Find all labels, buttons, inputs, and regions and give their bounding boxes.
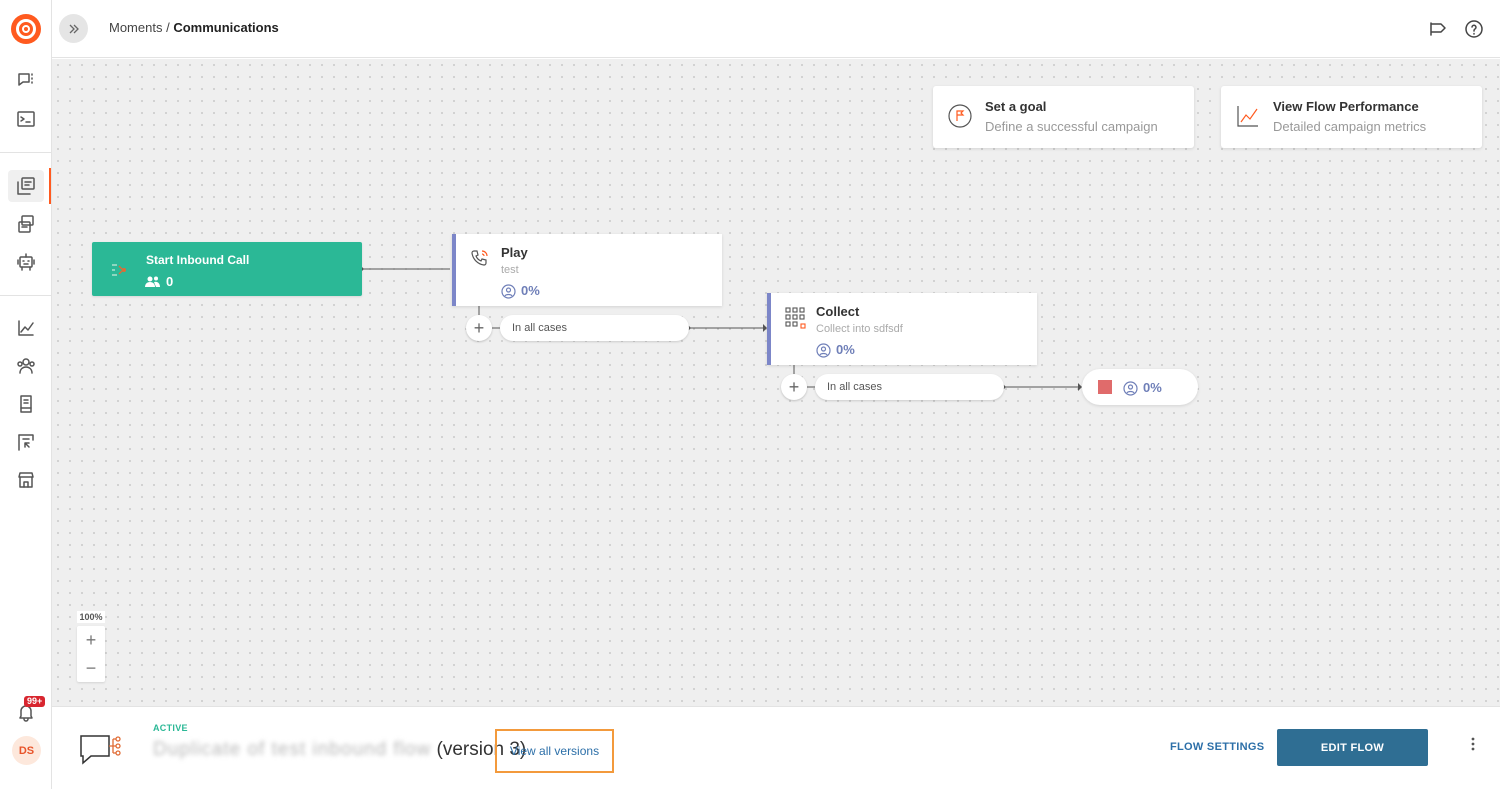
start-node-title: Start Inbound Call [146, 253, 250, 267]
flag-target-icon [947, 103, 973, 129]
analytics-icon[interactable] [8, 312, 44, 344]
exports-icon[interactable] [8, 426, 44, 458]
help-icon[interactable] [1463, 18, 1485, 40]
play-node-percentage: 0% [521, 283, 540, 298]
inbound-call-icon [110, 262, 128, 283]
flow-connectors [358, 265, 1082, 391]
flow-name: Duplicate of test inbound flow (version … [153, 739, 526, 761]
play-node[interactable]: Play test 0% [452, 234, 722, 306]
docs-icon[interactable] [8, 388, 44, 420]
play-node-title: Play [501, 245, 528, 260]
sidebar-divider [0, 152, 52, 153]
collect-node-percentage: 0% [836, 342, 855, 357]
view-performance-card[interactable]: View Flow Performance Detailed campaign … [1221, 86, 1482, 148]
notification-badge: 99+ [24, 696, 46, 707]
breadcrumb-current: Communications [173, 20, 279, 35]
add-branch-button[interactable]: + [466, 315, 492, 341]
set-goal-subtitle: Define a successful campaign [985, 119, 1158, 134]
collect-node[interactable]: Collect Collect into sdfsdf 0% [767, 293, 1037, 365]
zoom-out-button[interactable]: − [77, 654, 105, 682]
view-all-versions-link[interactable]: View all versions [495, 729, 614, 773]
start-node-count: 0 [166, 274, 174, 289]
people-icon [145, 275, 161, 293]
people-icon[interactable] [8, 350, 44, 382]
user-circle-icon [816, 343, 831, 363]
breadcrumb: Moments / Communications [109, 20, 279, 35]
flow-name-blurred: Duplicate of test inbound flow [153, 739, 432, 760]
footer: ACTIVE Duplicate of test inbound flow (v… [52, 706, 1500, 789]
moments-icon[interactable] [8, 170, 44, 202]
user-circle-icon [1123, 381, 1138, 401]
expand-sidebar-button[interactable] [59, 14, 88, 43]
flow-settings-button[interactable]: FLOW SETTINGS [1170, 741, 1264, 753]
end-node-percentage: 0% [1143, 380, 1162, 395]
brand-logo[interactable] [11, 14, 41, 44]
store-icon[interactable] [8, 464, 44, 496]
stop-icon [1098, 380, 1112, 394]
start-inbound-call-node[interactable]: Start Inbound Call 0 [92, 242, 362, 296]
flow-chat-icon [79, 733, 123, 772]
phone-audio-icon [470, 248, 490, 273]
view-performance-title: View Flow Performance [1273, 99, 1419, 114]
collect-node-title: Collect [816, 304, 860, 319]
set-goal-title: Set a goal [985, 99, 1047, 114]
avatar[interactable]: DS [12, 736, 41, 765]
play-node-subtitle: test [501, 264, 519, 276]
flow-canvas[interactable]: Set a goal Define a successful campaign … [52, 59, 1500, 706]
set-goal-card[interactable]: Set a goal Define a successful campaign [933, 86, 1194, 148]
breadcrumb-separator: / [162, 20, 174, 35]
bot-icon[interactable] [8, 246, 44, 278]
keypad-icon [785, 307, 807, 334]
sidebar: 99+ DS [0, 0, 52, 789]
announcements-icon[interactable] [1427, 18, 1449, 40]
view-performance-subtitle: Detailed campaign metrics [1273, 119, 1427, 134]
breadcrumb-parent[interactable]: Moments [109, 20, 162, 35]
collect-node-subtitle: Collect into sdfsdf [816, 323, 903, 335]
user-circle-icon [501, 284, 516, 304]
zoom-level: 100% [77, 611, 105, 623]
end-node[interactable]: 0% [1082, 369, 1198, 405]
zoom-controls: 100% + − [77, 611, 105, 682]
terminal-icon[interactable] [8, 103, 44, 135]
flow-status: ACTIVE [153, 723, 188, 733]
conversations-icon[interactable] [8, 64, 44, 96]
add-branch-button[interactable]: + [781, 374, 807, 400]
active-indicator [49, 168, 51, 204]
collect-case-pill[interactable]: In all cases [815, 374, 1004, 400]
double-chevron-right-icon [69, 24, 79, 33]
header: Moments / Communications [52, 0, 1500, 58]
edit-flow-button[interactable]: EDIT FLOW [1277, 729, 1428, 766]
more-options-icon[interactable] [1465, 737, 1481, 759]
play-case-pill[interactable]: In all cases [500, 315, 689, 341]
performance-chart-icon [1235, 103, 1261, 129]
zoom-in-button[interactable]: + [77, 626, 105, 654]
sidebar-divider [0, 295, 52, 296]
templates-icon[interactable] [8, 208, 44, 240]
